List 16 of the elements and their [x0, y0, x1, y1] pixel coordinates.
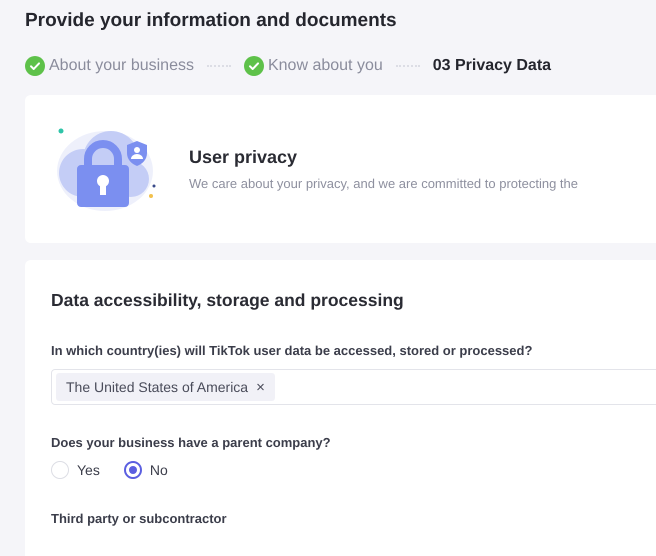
radio-button[interactable]	[124, 461, 142, 479]
radio-label[interactable]: No	[150, 462, 168, 478]
tag-text: The United States of America	[66, 379, 248, 395]
card-description: We care about your privacy, and we are committed to protecting the	[189, 176, 578, 191]
field-label: In which country(ies) will TikTok user data be accessed, stored or processed?	[51, 343, 534, 358]
page-title: Provide your information and documents	[25, 10, 398, 32]
radio-label[interactable]: Yes	[77, 462, 100, 478]
check-icon	[25, 56, 45, 76]
check-icon	[244, 56, 264, 76]
card-title: User privacy	[189, 147, 298, 168]
section-title: Data accessibility, storage and processing	[51, 290, 405, 311]
country-select-field[interactable]: The United States of America ×	[51, 369, 656, 405]
remove-button[interactable]: ×	[256, 378, 265, 396]
field-label: Does your business have a parent company?	[51, 435, 332, 450]
field-label: Third party or subcontractor	[51, 511, 228, 526]
step-label[interactable]: 03 Privacy Data	[432, 57, 552, 75]
